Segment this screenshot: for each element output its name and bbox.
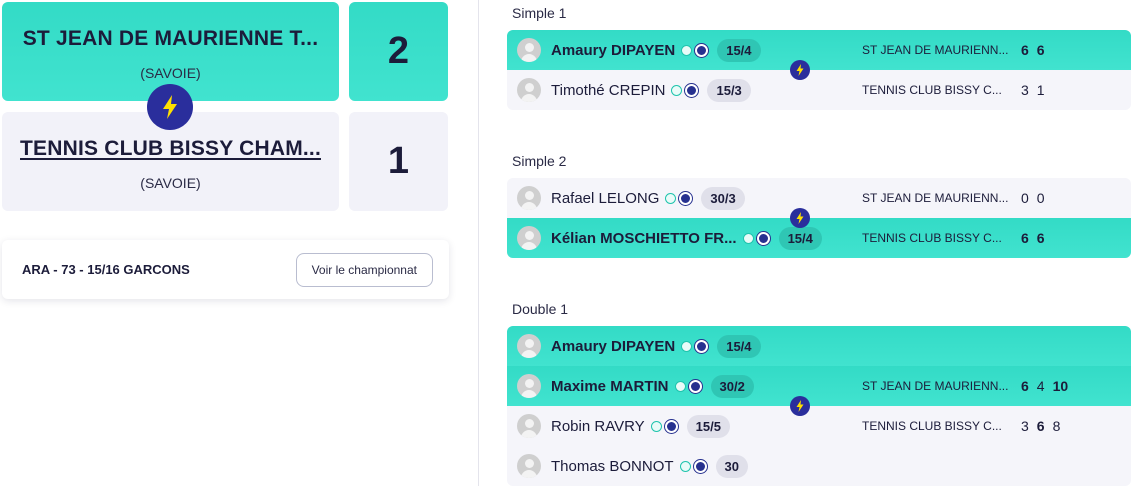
set-score: 0 bbox=[1021, 190, 1029, 206]
player-name[interactable]: Maxime MARTIN bbox=[551, 378, 669, 395]
view-championship-button[interactable]: Voir le championnat bbox=[295, 252, 433, 287]
set-scores: 3 1 bbox=[1021, 82, 1045, 98]
panel-divider bbox=[478, 0, 479, 486]
flag-icon bbox=[688, 379, 702, 393]
avatar-icon bbox=[517, 38, 541, 62]
match-row: Amaury DIPAYEN 15/4 ST JEAN DE MAURIENN.… bbox=[507, 30, 1131, 70]
tennis-ball-icon bbox=[681, 340, 693, 352]
championship-label: ARA - 73 - 15/16 GARCONS bbox=[22, 262, 190, 277]
match-row: Robin RAVRY 15/5 TENNIS CLUB BISSY C... … bbox=[507, 406, 1131, 446]
flag-icon bbox=[695, 43, 709, 57]
tennis-ball-icon bbox=[681, 44, 693, 56]
set-score: 8 bbox=[1052, 418, 1061, 434]
club-name: TENNIS CLUB BISSY C... bbox=[862, 231, 1002, 245]
home-team-region: (SAVOIE) bbox=[140, 64, 201, 81]
set-score: 6 bbox=[1021, 378, 1029, 394]
player-rank: 30 bbox=[715, 454, 748, 478]
avatar-icon bbox=[517, 186, 541, 210]
player-name[interactable]: Rafael LELONG bbox=[551, 190, 659, 207]
player-name[interactable]: Amaury DIPAYEN bbox=[551, 338, 675, 355]
club-name: TENNIS CLUB BISSY C... bbox=[862, 419, 1002, 433]
match-row: Rafael LELONG 30/3 ST JEAN DE MAURIENN..… bbox=[507, 178, 1131, 218]
set-score: 10 bbox=[1052, 378, 1069, 394]
avatar-icon bbox=[517, 334, 541, 358]
set-scores: 6 6 bbox=[1021, 42, 1045, 58]
player-name[interactable]: Amaury DIPAYEN bbox=[551, 42, 675, 59]
tennis-ball-icon bbox=[742, 232, 754, 244]
match-double-1: Amaury DIPAYEN 15/4 Maxime MARTIN 30/2 S… bbox=[507, 326, 1131, 486]
lightning-icon bbox=[790, 60, 810, 80]
player-rank: 15/4 bbox=[717, 334, 761, 358]
flag-icon bbox=[685, 83, 699, 97]
tennis-ball-icon bbox=[679, 460, 691, 472]
match-title-simple-2: Simple 2 bbox=[512, 153, 567, 169]
lightning-icon bbox=[790, 208, 810, 228]
match-title-double-1: Double 1 bbox=[512, 301, 569, 317]
avatar-icon bbox=[517, 414, 541, 438]
away-team-name[interactable]: TENNIS CLUB BISSY CHAM... bbox=[20, 137, 321, 161]
player-name[interactable]: Thomas BONNOT bbox=[551, 458, 674, 475]
set-score: 6 bbox=[1021, 42, 1029, 58]
set-score: 1 bbox=[1036, 82, 1045, 98]
set-scores: 3 6 8 bbox=[1021, 418, 1060, 434]
set-score: 0 bbox=[1036, 190, 1045, 206]
club-name: ST JEAN DE MAURIENN... bbox=[862, 191, 1009, 205]
match-row: Thomas BONNOT 30 bbox=[507, 446, 1131, 486]
player-name[interactable]: Kélian MOSCHIETTO FR... bbox=[551, 230, 737, 247]
flag-icon bbox=[756, 231, 770, 245]
set-score: 4 bbox=[1036, 378, 1045, 394]
player-name[interactable]: Robin RAVRY bbox=[551, 418, 645, 435]
home-team-name[interactable]: ST JEAN DE MAURIENNE T... bbox=[23, 27, 319, 51]
club-name: ST JEAN DE MAURIENN... bbox=[862, 43, 1009, 57]
player-rank: 15/4 bbox=[717, 38, 761, 62]
tennis-ball-icon bbox=[650, 420, 662, 432]
flag-icon bbox=[695, 339, 709, 353]
flag-icon bbox=[693, 459, 707, 473]
tennis-ball-icon bbox=[671, 84, 683, 96]
flag-icon bbox=[664, 419, 678, 433]
player-rank: 15/3 bbox=[707, 78, 751, 102]
set-score: 3 bbox=[1021, 82, 1029, 98]
set-scores: 0 0 bbox=[1021, 190, 1045, 206]
set-scores: 6 6 bbox=[1021, 230, 1045, 246]
avatar-icon bbox=[517, 78, 541, 102]
lightning-icon bbox=[790, 396, 810, 416]
set-score: 6 bbox=[1036, 42, 1045, 58]
match-row: Timothé CREPIN 15/3 TENNIS CLUB BISSY C.… bbox=[507, 70, 1131, 110]
set-score: 6 bbox=[1036, 230, 1045, 246]
tennis-ball-icon bbox=[674, 380, 686, 392]
club-name: TENNIS CLUB BISSY C... bbox=[862, 83, 1002, 97]
away-team-score: 1 bbox=[349, 112, 448, 211]
match-simple-1: Amaury DIPAYEN 15/4 ST JEAN DE MAURIENN.… bbox=[507, 30, 1131, 110]
club-name: ST JEAN DE MAURIENN... bbox=[862, 379, 1009, 393]
player-rank: 15/4 bbox=[778, 226, 822, 250]
tennis-ball-icon bbox=[665, 192, 677, 204]
match-row: Amaury DIPAYEN 15/4 bbox=[507, 326, 1131, 366]
flag-icon bbox=[679, 191, 693, 205]
home-team-score: 2 bbox=[349, 2, 448, 101]
championship-card: ARA - 73 - 15/16 GARCONS Voir le champio… bbox=[2, 240, 449, 299]
avatar-icon bbox=[517, 454, 541, 478]
player-name[interactable]: Timothé CREPIN bbox=[551, 82, 665, 99]
set-score: 3 bbox=[1021, 418, 1029, 434]
match-title-simple-1: Simple 1 bbox=[512, 5, 567, 21]
set-score: 6 bbox=[1021, 230, 1029, 246]
set-score: 6 bbox=[1036, 418, 1045, 434]
avatar-icon bbox=[517, 226, 541, 250]
player-rank: 30/3 bbox=[701, 186, 745, 210]
match-simple-2: Rafael LELONG 30/3 ST JEAN DE MAURIENN..… bbox=[507, 178, 1131, 258]
lightning-icon bbox=[147, 84, 193, 130]
player-rank: 15/5 bbox=[686, 414, 730, 438]
player-rank: 30/2 bbox=[710, 374, 754, 398]
away-team-region: (SAVOIE) bbox=[140, 174, 201, 191]
set-scores: 6 4 10 bbox=[1021, 378, 1068, 394]
avatar-icon bbox=[517, 374, 541, 398]
match-row: Maxime MARTIN 30/2 ST JEAN DE MAURIENN..… bbox=[507, 366, 1131, 406]
match-row: Kélian MOSCHIETTO FR... 15/4 TENNIS CLUB… bbox=[507, 218, 1131, 258]
